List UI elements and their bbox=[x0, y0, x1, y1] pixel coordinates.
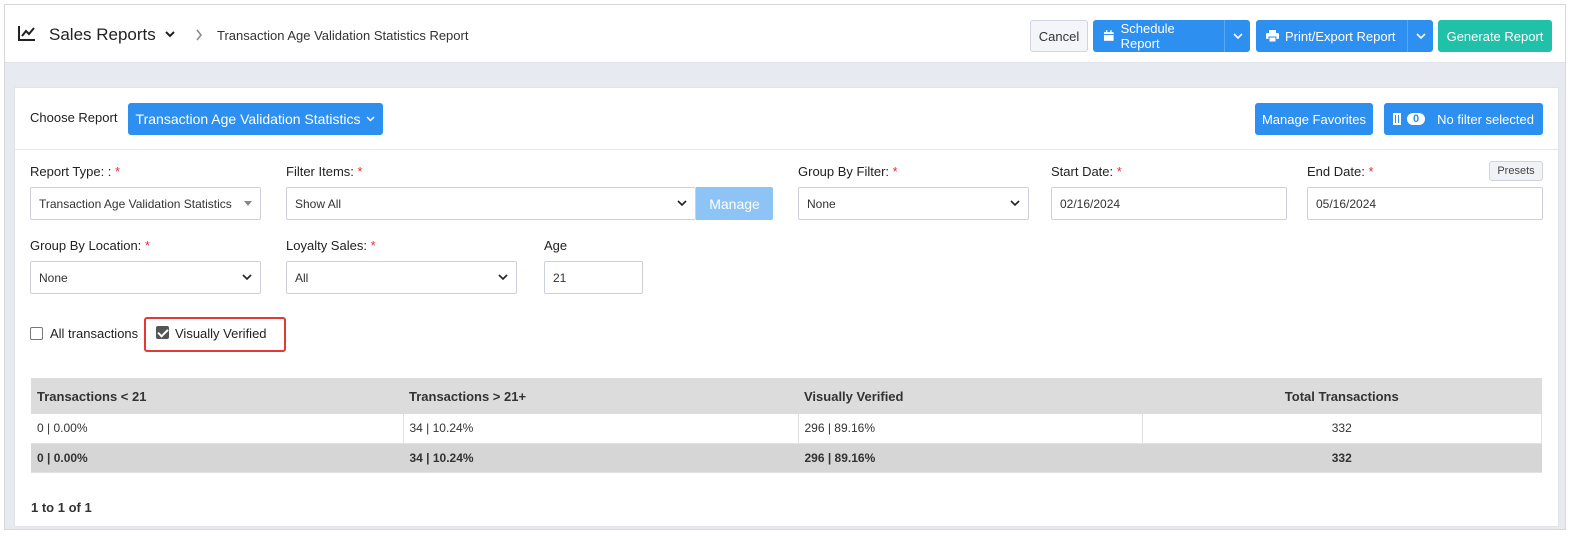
table-total-cell: 34 | 10.24% bbox=[403, 443, 799, 473]
chevron-right-icon bbox=[196, 29, 202, 41]
chevron-down-icon bbox=[1415, 32, 1426, 39]
filter-count-badge: 0 bbox=[1407, 113, 1426, 125]
filter-status-button[interactable]: 0 No filter selected bbox=[1384, 103, 1543, 135]
chevron-down-icon bbox=[498, 274, 508, 281]
printer-icon bbox=[1266, 30, 1279, 42]
print-export-label: Print/Export Report bbox=[1285, 28, 1396, 44]
group-by-filter-select[interactable]: None bbox=[798, 187, 1029, 220]
schedule-report-label: Schedule Report bbox=[1120, 21, 1175, 51]
schedule-report-button[interactable]: Schedule Report bbox=[1093, 20, 1250, 52]
age-label: Age bbox=[544, 238, 568, 253]
group-by-location-label: Group By Location: * bbox=[30, 238, 150, 253]
visually-verified-checkbox[interactable] bbox=[156, 326, 169, 339]
chevron-down-icon[interactable] bbox=[165, 31, 175, 38]
table-cell: 0 | 0.00% bbox=[31, 414, 404, 444]
pagination-summary: 1 to 1 of 1 bbox=[31, 500, 92, 515]
table-row: 0 | 0.00% 34 | 10.24% 296 | 89.16% 332 bbox=[31, 414, 1542, 444]
table-total-cell: 0 | 0.00% bbox=[31, 443, 404, 473]
table-cell: 296 | 89.16% bbox=[798, 414, 1143, 444]
dropdown-triangle-icon bbox=[244, 201, 252, 206]
table-total-row: 0 | 0.00% 34 | 10.24% 296 | 89.16% 332 bbox=[31, 443, 1542, 473]
print-export-button[interactable]: Print/Export Report bbox=[1256, 20, 1433, 52]
report-type-label: Report Type: : * bbox=[30, 164, 121, 179]
filter-status-label: No filter selected bbox=[1437, 111, 1534, 127]
line-chart-icon bbox=[18, 26, 35, 41]
filter-items-select[interactable]: Show All bbox=[286, 187, 696, 220]
table-cell: 332 bbox=[1142, 414, 1542, 444]
report-selector-dropdown[interactable]: Transaction Age Validation Statistics bbox=[128, 103, 383, 135]
report-selector-label: Transaction Age Validation Statistics bbox=[135, 111, 361, 127]
presets-button[interactable]: Presets bbox=[1489, 161, 1543, 181]
breadcrumb: Transaction Age Validation Statistics Re… bbox=[217, 28, 469, 43]
column-header[interactable]: Transactions < 21 bbox=[31, 378, 403, 414]
table-total-cell: 332 bbox=[1142, 443, 1542, 473]
results-table: Transactions < 21 Transactions > 21+ Vis… bbox=[31, 378, 1542, 473]
calendar-icon bbox=[1103, 30, 1114, 41]
loyalty-sales-label: Loyalty Sales: * bbox=[286, 238, 376, 253]
start-date-label: Start Date: * bbox=[1051, 164, 1122, 179]
schedule-dropdown-toggle[interactable] bbox=[1224, 20, 1250, 52]
table-cell: 34 | 10.24% bbox=[403, 414, 799, 444]
end-date-input[interactable]: 05/16/2024 bbox=[1307, 187, 1543, 220]
report-type-select[interactable]: Transaction Age Validation Statistics bbox=[30, 187, 261, 220]
all-transactions-label: All transactions bbox=[50, 326, 139, 341]
manage-favorites-button[interactable]: Manage Favorites bbox=[1255, 103, 1373, 135]
all-transactions-checkbox[interactable] bbox=[30, 327, 43, 340]
age-input[interactable]: 21 bbox=[544, 261, 643, 294]
column-header[interactable]: Total Transactions bbox=[1142, 378, 1542, 414]
chevron-down-icon bbox=[366, 116, 375, 122]
filter-items-label: Filter Items: * bbox=[286, 164, 363, 179]
manage-filter-button[interactable]: Manage bbox=[696, 187, 773, 220]
top-bar: Sales Reports Transaction Age Validation… bbox=[5, 5, 1565, 63]
end-date-label: End Date: * bbox=[1307, 164, 1374, 179]
page-title: Sales Reports bbox=[49, 25, 156, 44]
choose-report-label: Choose Report bbox=[30, 110, 118, 125]
report-chooser-bar: Choose Report Transaction Age Validation… bbox=[15, 88, 1558, 150]
chevron-down-icon bbox=[1232, 32, 1243, 39]
group-by-location-select[interactable]: None bbox=[30, 261, 261, 294]
cancel-button[interactable]: Cancel bbox=[1030, 20, 1088, 52]
report-card: Choose Report Transaction Age Validation… bbox=[14, 87, 1559, 527]
print-export-dropdown-toggle[interactable] bbox=[1407, 20, 1433, 52]
column-header[interactable]: Visually Verified bbox=[798, 378, 1142, 414]
filter-icon bbox=[1393, 113, 1402, 125]
loyalty-sales-select[interactable]: All bbox=[286, 261, 517, 294]
app-frame: Sales Reports Transaction Age Validation… bbox=[4, 4, 1566, 530]
start-date-input[interactable]: 02/16/2024 bbox=[1051, 187, 1287, 220]
table-header-row: Transactions < 21 Transactions > 21+ Vis… bbox=[31, 378, 1542, 414]
visually-verified-label: Visually Verified bbox=[175, 326, 267, 341]
group-by-filter-label: Group By Filter: * bbox=[798, 164, 898, 179]
column-header[interactable]: Transactions > 21+ bbox=[403, 378, 798, 414]
table-total-cell: 296 | 89.16% bbox=[798, 443, 1143, 473]
chevron-down-icon bbox=[242, 274, 252, 281]
generate-report-button[interactable]: Generate Report bbox=[1438, 20, 1552, 52]
chevron-down-icon bbox=[677, 200, 687, 207]
chevron-down-icon bbox=[1010, 200, 1020, 207]
